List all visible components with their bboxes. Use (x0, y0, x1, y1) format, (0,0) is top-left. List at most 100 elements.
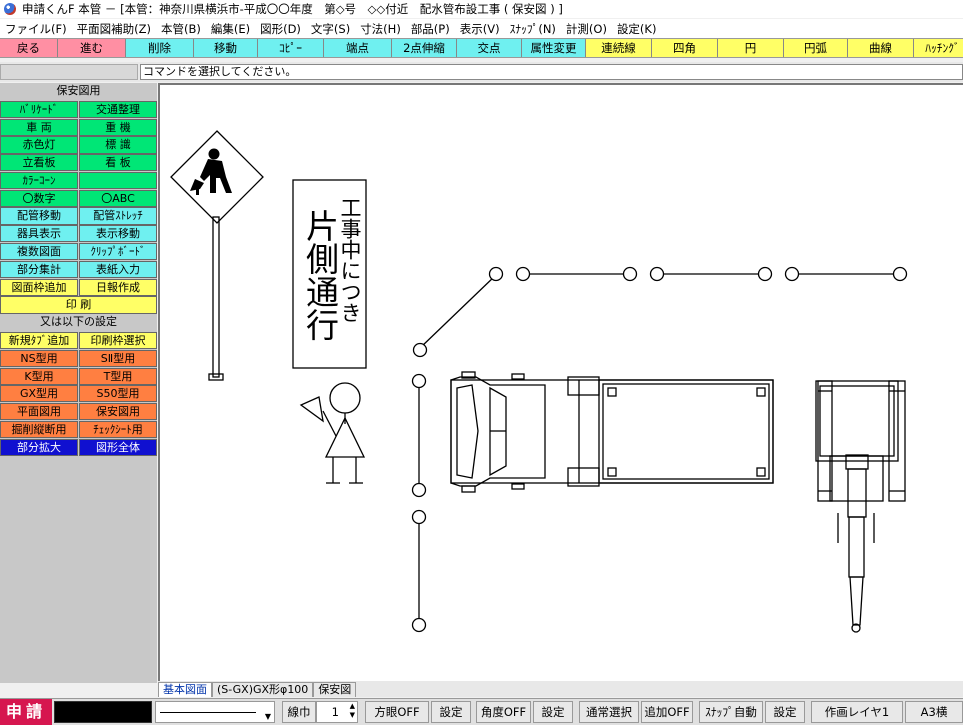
app-window: 申請くんF 本管 － [本管：神奈川県横浜市-平成〇〇年度 第◇号 ◇◇付近 配… (0, 0, 963, 725)
angle-settings-button[interactable]: 設定 (533, 701, 573, 723)
menu-item-10[interactable]: 計測(O) (561, 21, 612, 37)
excavator[interactable] (815, 380, 906, 633)
toolbar-button-5[interactable]: 端点 (324, 39, 392, 57)
snap-settings-button[interactable]: 設定 (765, 701, 805, 723)
panel-button-3-0[interactable]: 赤色灯 (0, 136, 78, 154)
panel-button-8-1[interactable]: 表示移動 (79, 225, 157, 243)
panel-button-1-0[interactable]: ﾊﾞﾘｹｰﾄﾞ (0, 100, 78, 118)
panel-button-8-0[interactable]: 器具表示 (0, 225, 78, 243)
status-bar: 申請 ▼ 線巾 1 ▲ ▼ 方眼OFF 設定 角度OFF 設定 通常選択 追加OF… (0, 698, 963, 725)
panel-button-18-1[interactable]: 保安図用 (79, 403, 157, 421)
toolbar-button-6[interactable]: 2点伸縮 (392, 39, 457, 57)
panel-row-17: GX型用 S50型用 (0, 385, 157, 403)
menu-item-9[interactable]: ｽﾅｯﾌﾟ(N) (505, 21, 561, 37)
panel-button-20-0[interactable]: 部分拡大 (0, 438, 78, 456)
flag-person[interactable] (299, 382, 366, 484)
toolbar-button-0[interactable]: 戻る (0, 39, 58, 57)
ortho-settings-button[interactable]: 設定 (431, 701, 471, 723)
panel-button-1-1[interactable]: 交通整理 (79, 100, 157, 118)
drawing-svg[interactable]: 工事中につき 片側通行 (160, 85, 963, 683)
panel-button-9-1[interactable]: ｸﾘｯﾌﾟﾎﾞｰﾄﾞ (79, 243, 157, 261)
line-type-select[interactable]: ▼ (155, 701, 275, 723)
toolbar-button-3[interactable]: 移動 (194, 39, 258, 57)
panel-button-18-0[interactable]: 平面図用 (0, 403, 78, 421)
panel-button-4-0[interactable]: 立看板 (0, 154, 78, 172)
line-width-spinner[interactable]: 1 ▲ ▼ (316, 701, 358, 723)
panel-row-15: NS型用 SⅡ型用 (0, 349, 157, 367)
toolbar-button-4[interactable]: ｺﾋﾟｰ (258, 39, 324, 57)
panel-row-8: 器具表示 表示移動 (0, 225, 157, 243)
menu-item-7[interactable]: 部品(P) (406, 21, 455, 37)
sheet-tab-0[interactable]: 基本図面 (158, 682, 212, 697)
panel-button-14-1[interactable]: 印刷枠選択 (79, 331, 157, 350)
road-work-sign[interactable] (170, 130, 264, 381)
spinner-arrows-icon[interactable]: ▲ ▼ (350, 702, 355, 720)
panel-button-20-1[interactable]: 図形全体 (79, 438, 157, 456)
angle-toggle[interactable]: 角度OFF (476, 701, 531, 723)
menu-item-3[interactable]: 編集(E) (206, 21, 255, 37)
toolbar-button-8[interactable]: 属性変更 (522, 39, 586, 57)
sheet-tabs: 基本図面 (S-GX)GX形φ100 保安図 (158, 681, 963, 697)
color-swatch[interactable] (54, 701, 152, 723)
panel-row-19: 掘削縦断用 ﾁｪｯｸｼｰﾄ用 (0, 420, 157, 439)
panel-button-11-1[interactable]: 日報作成 (79, 278, 157, 296)
menu-item-1[interactable]: 平面図補助(Z) (72, 21, 156, 37)
menu-item-6[interactable]: 寸法(H) (355, 21, 406, 37)
panel-button-9-0[interactable]: 複数図面 (0, 243, 78, 261)
panel-button-6-0[interactable]: 〇数字 (0, 189, 78, 207)
panel-button-10-0[interactable]: 部分集計 (0, 260, 78, 278)
menu-item-11[interactable]: 設定(K) (612, 21, 662, 37)
menu-item-5[interactable]: 文字(S) (306, 21, 355, 37)
toolbar-button-9[interactable]: 連続線 (586, 39, 652, 57)
menu-item-2[interactable]: 本管(B) (156, 21, 206, 37)
sheet-tab-2[interactable]: 保安図 (313, 682, 357, 697)
panel-button-15-1[interactable]: SⅡ型用 (79, 349, 157, 367)
barricade-left[interactable] (411, 373, 427, 633)
panel-button-14-0[interactable]: 新規ﾀﾌﾞ追加 (0, 331, 78, 350)
normal-select-button[interactable]: 通常選択 (579, 701, 639, 723)
panel-button-7-0[interactable]: 配管移動 (0, 207, 78, 225)
toolbar-button-7[interactable]: 交点 (457, 39, 522, 57)
window-title: 申請くんF 本管 － [本管：神奈川県横浜市-平成〇〇年度 第◇号 ◇◇付近 配… (22, 2, 563, 16)
menu-item-4[interactable]: 図形(D) (255, 21, 306, 37)
toolbar-button-1[interactable]: 進む (58, 39, 126, 57)
panel-button-12-0[interactable]: 印 刷 (0, 296, 157, 314)
dump-truck[interactable] (450, 371, 774, 493)
toolbar-button-12[interactable]: 円弧 (784, 39, 848, 57)
panel-button-11-0[interactable]: 図面枠追加 (0, 278, 78, 296)
menu-item-0[interactable]: ファイル(F) (0, 21, 72, 37)
toolbar-button-13[interactable]: 曲線 (848, 39, 914, 57)
sheet-tab-1[interactable]: (S-GX)GX形φ100 (212, 682, 314, 697)
brand-badge: 申請 (0, 699, 52, 725)
menu-item-8[interactable]: 表示(V) (455, 21, 505, 37)
drawing-canvas[interactable]: 工事中につき 片側通行 (158, 83, 963, 681)
panel-button-19-1[interactable]: ﾁｪｯｸｼｰﾄ用 (79, 420, 157, 439)
toolbar-button-14[interactable]: ﾊｯﾁﾝｸﾞ (914, 39, 963, 57)
toolbar-button-11[interactable]: 円 (718, 39, 784, 57)
panel-button-10-1[interactable]: 表紙入力 (79, 260, 157, 278)
panel-button-5-1[interactable] (79, 171, 157, 190)
panel-button-4-1[interactable]: 看 板 (79, 154, 157, 172)
panel-button-2-1[interactable]: 重 機 (79, 118, 157, 136)
panel-button-2-0[interactable]: 車 両 (0, 118, 78, 136)
panel-button-3-1[interactable]: 標 識 (79, 136, 157, 154)
toolbar-button-10[interactable]: 四角 (652, 39, 718, 57)
panel-button-19-0[interactable]: 掘削縦断用 (0, 420, 78, 439)
panel-button-17-0[interactable]: GX型用 (0, 385, 78, 403)
panel-button-5-0[interactable]: ｶﾗｰｺｰﾝ (0, 171, 78, 190)
paper-size-select[interactable]: A3横 (905, 701, 963, 723)
panel-button-6-1[interactable]: 〇ABC (79, 189, 157, 207)
add-toggle[interactable]: 追加OFF (641, 701, 693, 723)
toolbar-button-2[interactable]: 削除 (126, 39, 194, 57)
sign-pole (212, 216, 220, 378)
barricade-top[interactable] (412, 266, 908, 358)
panel-button-15-0[interactable]: NS型用 (0, 349, 78, 367)
layer-select[interactable]: 作画レイヤ1 (811, 701, 903, 723)
panel-button-7-1[interactable]: 配管ｽﾄﾚｯﾁ (79, 207, 157, 225)
snap-auto-toggle[interactable]: ｽﾅｯﾌﾟ自動 (699, 701, 763, 723)
ortho-toggle[interactable]: 方眼OFF (365, 701, 429, 723)
signboard[interactable]: 工事中につき 片側通行 (292, 179, 367, 369)
panel-button-17-1[interactable]: S50型用 (79, 385, 157, 403)
panel-button-16-1[interactable]: T型用 (79, 367, 157, 385)
panel-button-16-0[interactable]: K型用 (0, 367, 78, 385)
